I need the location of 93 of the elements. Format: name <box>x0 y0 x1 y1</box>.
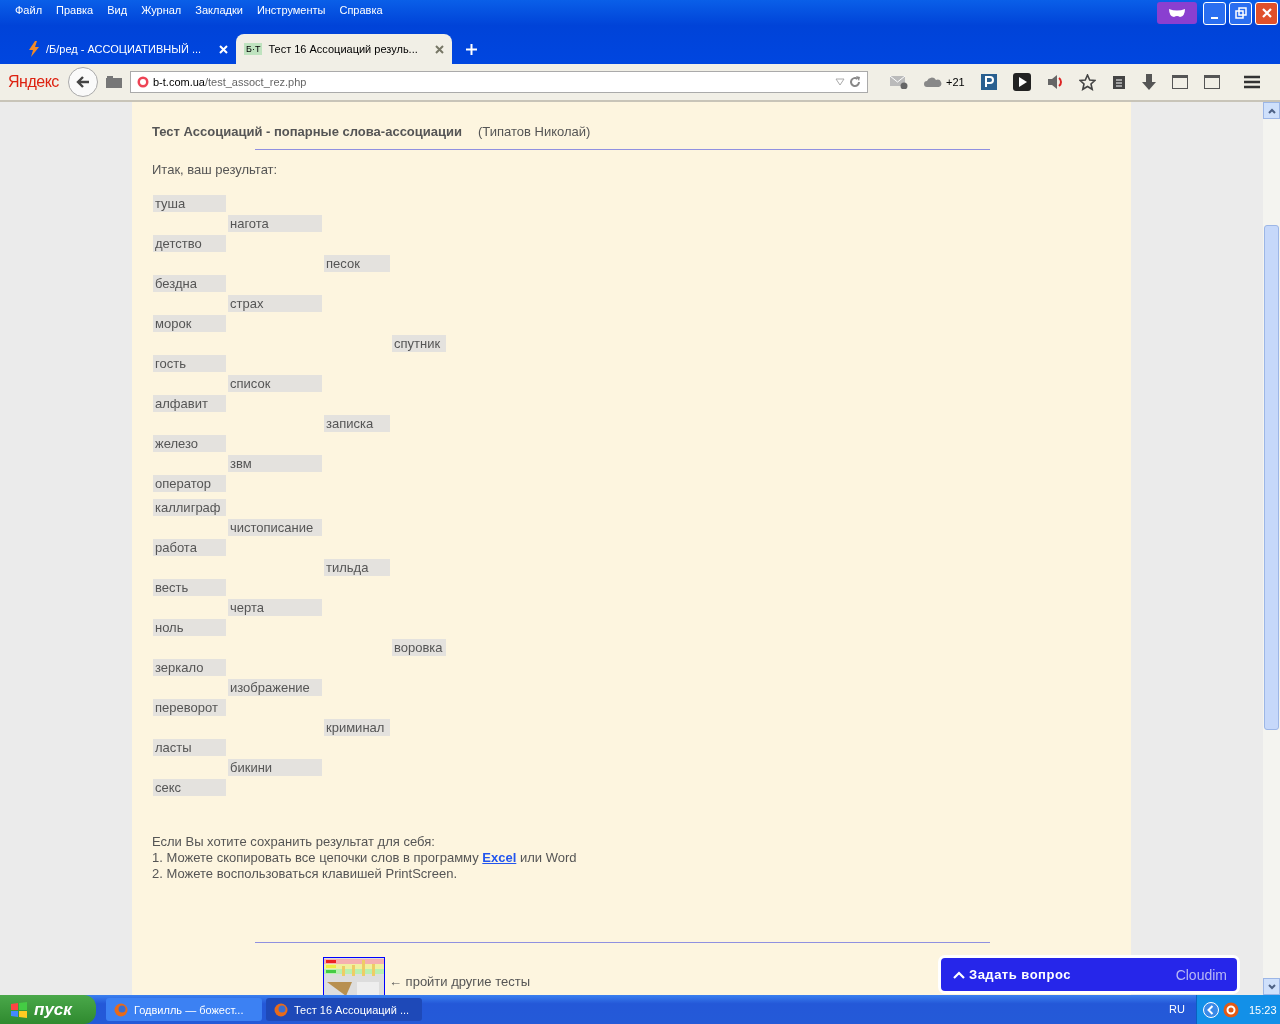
brand-text: Cloudim <box>1175 966 1227 983</box>
site-icon <box>137 76 149 88</box>
word-cell: туша <box>153 195 226 212</box>
excel-link[interactable]: Excel <box>482 850 517 865</box>
cloud-count: +21 <box>946 76 965 88</box>
word-cell: детство <box>153 235 226 252</box>
window-icon[interactable] <box>1203 75 1220 89</box>
word-cell: гость <box>153 355 226 372</box>
mask-icon[interactable] <box>1157 2 1197 24</box>
mail-icon[interactable] <box>890 75 908 89</box>
parking-icon[interactable] <box>980 74 997 90</box>
word-cell: ласты <box>153 739 226 756</box>
clipboard-icon[interactable] <box>1111 74 1126 90</box>
menu-item[interactable]: Справка <box>332 4 390 20</box>
word-cell: звм <box>228 455 322 472</box>
word-cell: чистописание <box>228 519 322 536</box>
word-cell: страх <box>228 295 322 312</box>
taskbar-button[interactable]: Годвилль — божест... <box>106 998 262 1021</box>
save-heading: Если Вы хотите сохранить результат для себя: <box>152 834 436 850</box>
word-cell: спутник <box>392 335 446 352</box>
restore-icon <box>1234 7 1247 19</box>
minimize-button[interactable] <box>1203 1 1226 25</box>
minimize-icon <box>1211 17 1218 19</box>
word-cell: морок <box>153 315 226 332</box>
language-indicator[interactable]: RU <box>1169 1003 1185 1015</box>
lightning-icon <box>28 41 40 57</box>
word-cell: бездна <box>153 275 226 292</box>
speaker-icon[interactable] <box>1046 74 1063 90</box>
menu-item[interactable]: Правка <box>49 4 101 20</box>
intro-text: Итак, ваш результат: <box>152 162 279 177</box>
browser-tab[interactable]: Б·Т Тест 16 Ассоциаций резуль... <box>236 34 452 64</box>
word-cell: зеркало <box>153 659 226 676</box>
page-title: Тест Ассоциаций - попарные слова-ассоциации <box>152 124 462 139</box>
folder-icon[interactable] <box>106 76 122 88</box>
scrollbar-thumb[interactable] <box>1264 225 1279 730</box>
scroll-down-button[interactable] <box>1263 978 1280 995</box>
word-cell: криминал <box>324 719 390 736</box>
word-cell: нагота <box>228 215 322 232</box>
close-icon[interactable] <box>435 44 444 54</box>
word-cell: тильда <box>324 559 390 576</box>
menu-item[interactable]: Инструменты <box>249 4 333 20</box>
author-text: (Типатов Николай) <box>478 124 591 139</box>
save-instruction: 1. Можете скопировать все цепочки слов в программу Excel или Word <box>152 850 578 866</box>
windows-logo-icon <box>10 1001 28 1018</box>
word-cell: секс <box>153 779 226 796</box>
word-cell: работа <box>153 539 226 556</box>
download-icon[interactable] <box>1141 74 1156 90</box>
word-cell: записка <box>324 415 390 432</box>
word-cell: песок <box>324 255 390 272</box>
menu-item[interactable]: Файл <box>8 4 50 20</box>
word-cell: весть <box>153 579 226 596</box>
menu-icon[interactable] <box>1243 75 1260 89</box>
ring-icon[interactable] <box>1223 1001 1239 1018</box>
chevron-icon[interactable] <box>1203 1001 1219 1018</box>
site-favicon: Б·Т <box>244 43 263 55</box>
word-cell: ноль <box>153 619 226 636</box>
address-field[interactable]: b-t.com.ua/test_assoct_rez.php <box>130 71 868 93</box>
menu-item[interactable]: Закладки <box>188 4 250 20</box>
word-cell: железо <box>153 435 226 452</box>
window-icon[interactable] <box>1171 75 1188 89</box>
firefox-icon <box>274 1002 288 1017</box>
save-instruction: 2. Можете воспользоваться клавишей PrintScreen. <box>152 866 458 882</box>
new-tab-icon[interactable] <box>466 44 477 55</box>
start-button[interactable]: пуск <box>0 995 96 1024</box>
chat-button[interactable]: Задать вопрос Cloudim <box>941 958 1237 991</box>
word-cell: воровка <box>392 639 446 656</box>
word-cell: алфавит <box>153 395 226 412</box>
word-cell: переворот <box>153 699 226 716</box>
menu-item[interactable]: Журнал <box>134 4 189 20</box>
caret-icon <box>953 970 965 979</box>
star-icon[interactable] <box>1078 73 1096 91</box>
back-arrow-icon <box>76 75 90 89</box>
reload-icon[interactable] <box>849 76 861 88</box>
word-cell: изображение <box>228 679 322 696</box>
word-cell: список <box>228 375 322 392</box>
word-cell: бикини <box>228 759 322 776</box>
menu-item[interactable]: Вид <box>100 4 135 20</box>
firefox-icon <box>114 1002 128 1017</box>
word-cell: черта <box>228 599 322 616</box>
yandex-logo[interactable]: Яндекс <box>8 73 60 91</box>
other-tests-link[interactable]: ← пройти другие тесты <box>389 974 531 989</box>
scroll-up-button[interactable] <box>1263 102 1280 119</box>
play-icon[interactable] <box>1012 73 1031 91</box>
restore-button[interactable] <box>1229 1 1252 25</box>
clock: 15:23 <box>1249 1003 1277 1016</box>
cloud-icon[interactable] <box>924 77 942 87</box>
taskbar-button[interactable]: Тест 16 Ассоциаций ... <box>266 998 422 1021</box>
word-cell: каллиграф <box>153 499 226 516</box>
close-icon <box>1260 7 1273 19</box>
word-cell: оператор <box>153 475 226 492</box>
back-button[interactable] <box>68 67 98 97</box>
close-button[interactable] <box>1255 1 1278 25</box>
browser-tab[interactable]: /Б/ред - АССОЦИАТИВНЫЙ ... <box>20 34 236 64</box>
